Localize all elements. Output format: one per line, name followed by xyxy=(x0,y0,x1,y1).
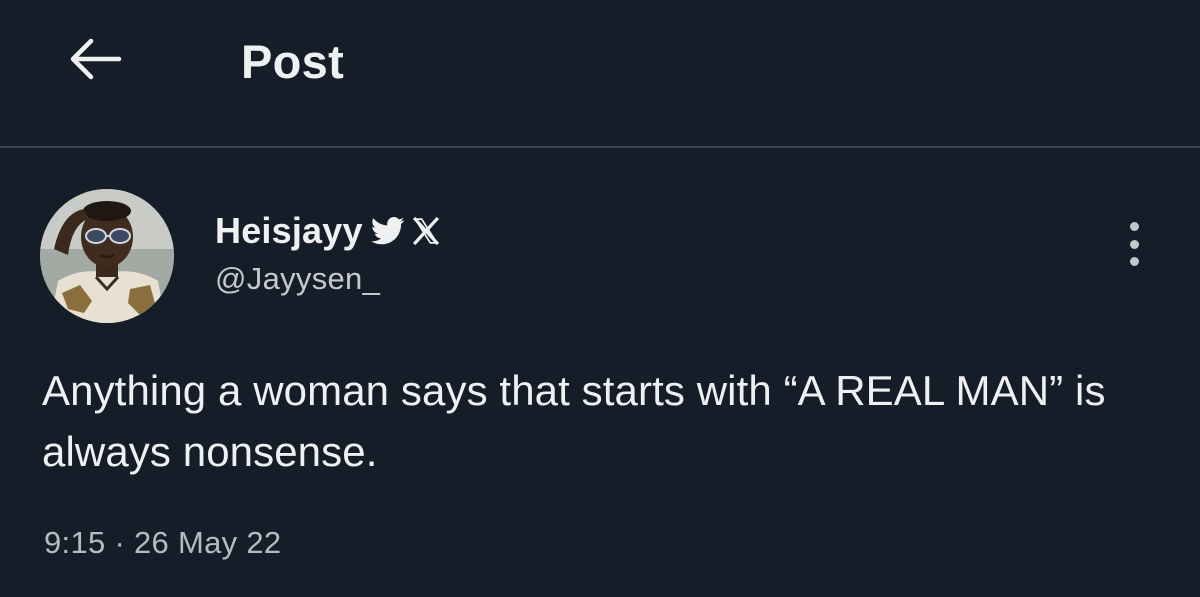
x-icon xyxy=(412,217,439,245)
top-bar: Post xyxy=(0,0,1200,148)
page-title: Post xyxy=(241,35,345,88)
avatar-photo xyxy=(40,189,174,323)
post-screen: Post Heisjayy @Jayysen_ Anything a woman… xyxy=(0,0,1200,597)
more-vertical-icon-dot xyxy=(1129,257,1139,266)
display-name: Heisjayy xyxy=(215,210,363,251)
post-timestamp[interactable]: 9:15 · 26 May 22 xyxy=(44,525,281,561)
bird-icon xyxy=(370,217,405,245)
arrow-left-icon xyxy=(70,38,122,80)
user-handle: @Jayysen_ xyxy=(215,261,381,296)
more-vertical-icon-dot xyxy=(1129,239,1139,249)
more-vertical-icon xyxy=(1129,222,1139,231)
post-text: Anything a woman says that starts with “… xyxy=(42,367,1106,475)
avatar[interactable] xyxy=(40,189,174,323)
author-info[interactable]: Heisjayy @Jayysen_ xyxy=(215,207,439,297)
display-name-row: Heisjayy xyxy=(215,207,439,255)
back-button[interactable] xyxy=(60,30,128,88)
more-options-button[interactable] xyxy=(1116,218,1152,270)
